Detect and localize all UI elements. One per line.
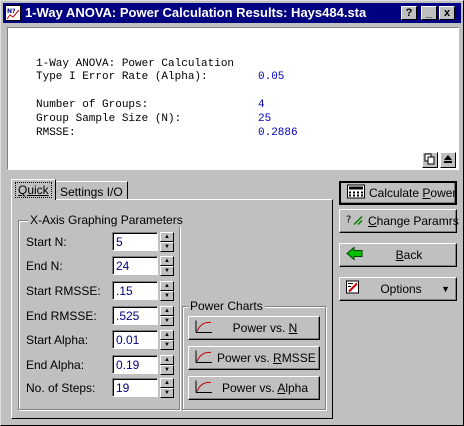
chart-curve-icon bbox=[195, 350, 213, 367]
window-title: 1-Way ANOVA: Power Calculation Results: … bbox=[25, 5, 367, 20]
spin-down-icon[interactable]: ▼ bbox=[160, 291, 174, 301]
spin-down-icon[interactable]: ▼ bbox=[160, 242, 174, 252]
calculate-power-label: Calculate Power bbox=[369, 186, 457, 200]
start-alpha-input[interactable]: 0.01 bbox=[112, 330, 158, 349]
options-button[interactable]: Options ▼ bbox=[339, 277, 457, 301]
start-n-label: Start N: bbox=[26, 235, 67, 249]
end-rmsse-spinner[interactable]: ▲ ▼ bbox=[160, 306, 174, 326]
spin-down-icon[interactable]: ▼ bbox=[160, 388, 174, 398]
start-n-spinner[interactable]: ▲ ▼ bbox=[160, 232, 174, 252]
spin-up-icon[interactable]: ▲ bbox=[160, 232, 174, 242]
chart-curve-icon bbox=[195, 380, 213, 397]
rmsse-label: RMSSE: bbox=[36, 127, 76, 139]
results-text-area[interactable]: 1-Way ANOVA: Power Calculation Type I Er… bbox=[7, 27, 459, 170]
sample-size-label: Group Sample Size (N): bbox=[36, 113, 182, 125]
calculate-power-button[interactable]: Calculate Power bbox=[339, 181, 457, 205]
options-label: Options bbox=[380, 282, 422, 296]
num-steps-spinner[interactable]: ▲ ▼ bbox=[160, 378, 174, 398]
end-n-spinner[interactable]: ▲ ▼ bbox=[160, 256, 174, 276]
back-button[interactable]: Back bbox=[339, 243, 457, 267]
power-vs-rmsse-label: Power vs. RMSSE bbox=[217, 351, 316, 365]
power-vs-n-button[interactable]: Power vs. N bbox=[188, 316, 320, 340]
back-label: Back bbox=[395, 248, 423, 262]
expand-up-icon[interactable] bbox=[440, 152, 456, 168]
back-arrow-icon bbox=[346, 246, 364, 264]
spin-down-icon[interactable]: ▼ bbox=[160, 266, 174, 276]
end-alpha-input[interactable]: 0.19 bbox=[112, 355, 158, 374]
num-steps-input[interactable]: 19 bbox=[112, 378, 158, 397]
tab-settings-label: Settings I/O bbox=[60, 185, 123, 199]
svg-text:?: ? bbox=[346, 215, 351, 226]
options-tool-icon bbox=[346, 280, 364, 298]
minimize-button[interactable]: _ bbox=[421, 6, 437, 20]
end-n-input[interactable]: 24 bbox=[112, 256, 158, 275]
calculator-icon bbox=[347, 184, 365, 202]
end-rmsse-label: End RMSSE: bbox=[26, 309, 97, 323]
num-steps-label: No. of Steps: bbox=[26, 381, 96, 395]
power-charts-title: Power Charts bbox=[188, 299, 265, 313]
tab-quick[interactable]: Quick bbox=[11, 179, 56, 200]
tab-quick-label: Quick bbox=[15, 182, 52, 198]
change-paramrs-label: Change Paramrs bbox=[368, 214, 459, 228]
spin-down-icon[interactable]: ▼ bbox=[160, 340, 174, 350]
close-button[interactable]: x bbox=[439, 6, 455, 20]
spin-up-icon[interactable]: ▲ bbox=[160, 355, 174, 365]
start-rmsse-spinner[interactable]: ▲ ▼ bbox=[160, 281, 174, 301]
start-rmsse-input[interactable]: .15 bbox=[112, 281, 158, 300]
alpha-label: Type I Error Rate (Alpha): bbox=[36, 71, 208, 83]
power-vs-n-label: Power vs. N bbox=[232, 321, 298, 335]
alpha-value: 0.05 bbox=[258, 71, 285, 83]
end-n-label: End N: bbox=[26, 259, 63, 273]
start-alpha-spinner[interactable]: ▲ ▼ bbox=[160, 330, 174, 350]
copy-icon[interactable] bbox=[422, 152, 438, 168]
chart-curve-icon bbox=[195, 320, 213, 337]
quick-tab-panel: X-Axis Graphing Parameters Start N: 5 ▲ ▼… bbox=[11, 199, 333, 419]
groups-value: 4 bbox=[258, 99, 265, 111]
change-paramrs-button[interactable]: ? Change Paramrs bbox=[339, 209, 459, 233]
power-vs-alpha-label: Power vs. Alpha bbox=[221, 381, 309, 395]
start-alpha-label: Start Alpha: bbox=[26, 333, 89, 347]
start-rmsse-label: Start RMSSE: bbox=[26, 284, 101, 298]
spin-up-icon[interactable]: ▲ bbox=[160, 330, 174, 340]
end-rmsse-input[interactable]: .525 bbox=[112, 306, 158, 325]
dialog-window: N? 1-Way ANOVA: Power Calculation Result… bbox=[0, 0, 464, 426]
power-vs-rmsse-button[interactable]: Power vs. RMSSE bbox=[188, 346, 320, 370]
end-alpha-label: End Alpha: bbox=[26, 358, 85, 372]
statistica-app-icon: N? bbox=[5, 5, 21, 21]
spin-up-icon[interactable]: ▲ bbox=[160, 378, 174, 388]
tab-settings-io[interactable]: Settings I/O bbox=[55, 181, 128, 199]
spin-up-icon[interactable]: ▲ bbox=[160, 306, 174, 316]
end-alpha-spinner[interactable]: ▲ ▼ bbox=[160, 355, 174, 375]
dropdown-arrow-icon: ▼ bbox=[441, 284, 450, 294]
power-vs-alpha-button[interactable]: Power vs. Alpha bbox=[188, 376, 320, 400]
rmsse-value: 0.2886 bbox=[258, 127, 298, 139]
xaxis-group-title: X-Axis Graphing Parameters bbox=[28, 213, 185, 227]
spin-down-icon[interactable]: ▼ bbox=[160, 316, 174, 326]
help-button[interactable]: ? bbox=[401, 6, 417, 20]
spin-up-icon[interactable]: ▲ bbox=[160, 281, 174, 291]
spin-up-icon[interactable]: ▲ bbox=[160, 256, 174, 266]
edit-params-icon: ? bbox=[346, 213, 364, 230]
title-bar[interactable]: N? 1-Way ANOVA: Power Calculation Result… bbox=[3, 3, 461, 23]
svg-text:N?: N? bbox=[7, 8, 16, 15]
spin-down-icon[interactable]: ▼ bbox=[160, 365, 174, 375]
start-n-input[interactable]: 5 bbox=[112, 232, 158, 251]
groups-label: Number of Groups: bbox=[36, 99, 149, 111]
sample-size-value: 25 bbox=[258, 113, 272, 125]
results-heading: 1-Way ANOVA: Power Calculation bbox=[36, 58, 235, 70]
